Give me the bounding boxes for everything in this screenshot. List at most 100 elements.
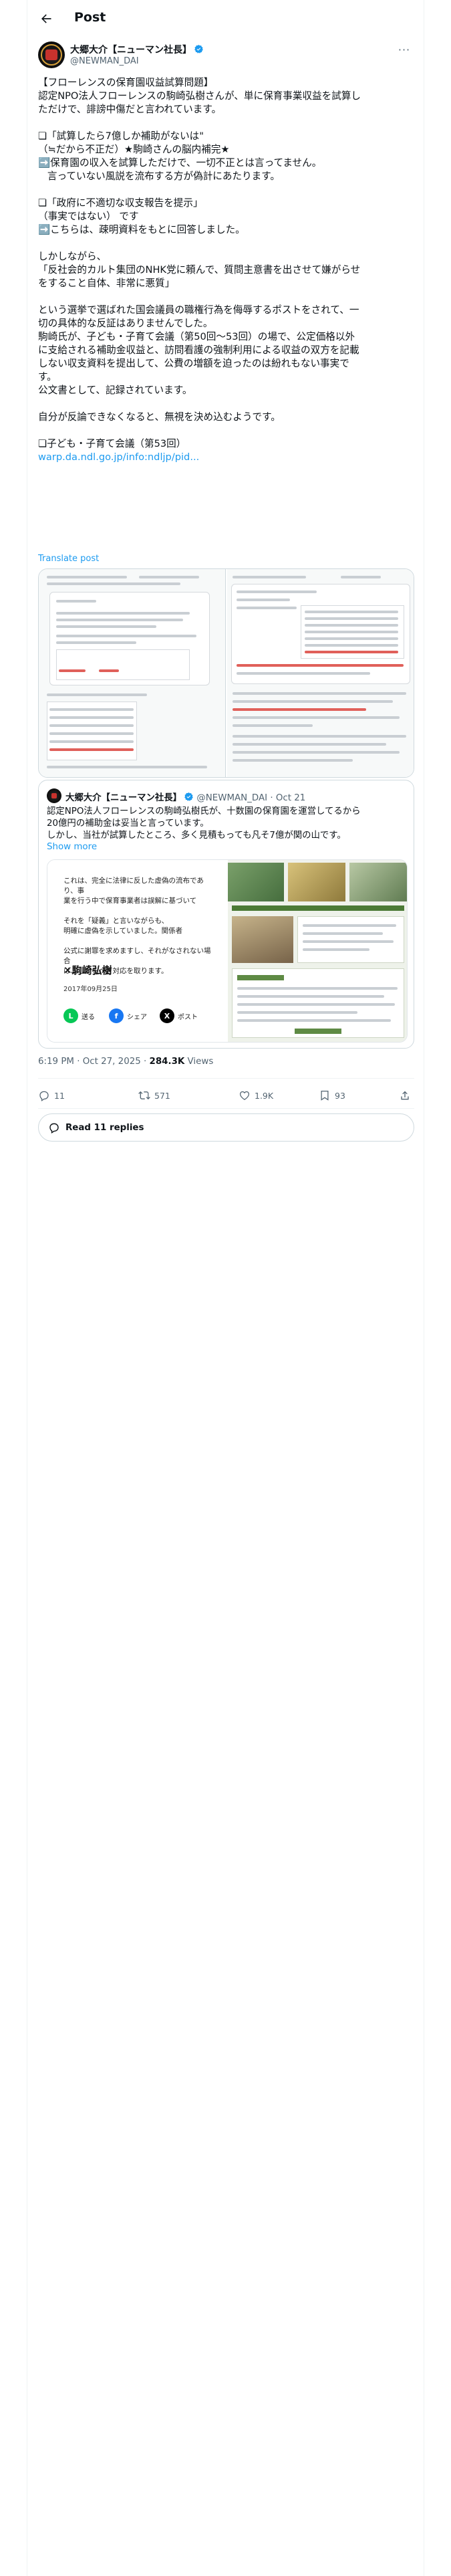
post-meta: 6:19 PM · Oct 27, 2025 · 284.3K Views (38, 1057, 214, 1067)
post-text-line: 認定NPO法人フローレンスの駒崎弘樹さんが、単に保育事業収益を試算し (38, 90, 361, 102)
statement-line (63, 906, 214, 916)
quote-text: 認定NPO法人フローレンスの駒崎弘樹氏が、十数園の保育園を運営してるから 20億… (47, 807, 361, 841)
media-image-right[interactable] (227, 569, 414, 777)
post-timestamp[interactable]: 6:19 PM · Oct 27, 2025 (38, 1057, 141, 1067)
heart-icon (239, 1091, 250, 1100)
quoted-post[interactable]: 大郷大介【ニューマン社長】 @NEWMAN_DAI · Oct 21 認定NPO… (38, 780, 414, 1049)
bookmark-button[interactable]: 93 (319, 1089, 345, 1101)
statement-date: 2017年09月25日 (63, 986, 118, 993)
post-text-line: 「反社会的カルト集団のNHK党に頼んで、質問主意書を出させて嫌がらせ (38, 264, 361, 276)
post-text-line: ➡️保育園の収入を試算しただけで、一切不正とは言ってません。 (38, 157, 322, 169)
post-text-line: 言っていない風説を流布する方が偽計にあたります。 (38, 171, 280, 182)
quote-handle: @NEWMAN_DAI (196, 793, 268, 803)
more-options-button[interactable]: ··· (394, 43, 414, 56)
statement-line (63, 936, 214, 946)
share-line-label: 送る (82, 1013, 95, 1021)
bookmark-icon (321, 1090, 329, 1101)
share-x-label: ポスト (178, 1013, 198, 1021)
post-text-line: 自分が反論できなくなると、無視を決め込むようです。 (38, 411, 281, 423)
share-facebook: f シェア (109, 1008, 147, 1023)
post-text-line (38, 397, 414, 411)
post-text-line: 【フローレンスの保育園収益試算問題】 (38, 77, 214, 88)
post-text-line: 駒崎氏が、子ども・子育て会議（第50回〜53回）の場で、公定価格以外 (38, 331, 355, 342)
quote-media[interactable]: これは、完全に法律に反した虚偽の流布であり、事業を行う中で保育事業者は誤解に基づ… (47, 859, 408, 1043)
post-text-line: に支給される補助金収益と、訪問看護の強制利用による収益の双方を記載 (38, 344, 359, 356)
arrow-left-icon (41, 14, 51, 23)
verified-badge-icon (184, 792, 193, 801)
author-name[interactable]: 大郷大介【ニューマン社長】 (70, 43, 204, 56)
quote-media-document (228, 860, 407, 1042)
quote-author-name: 大郷大介【ニューマン社長】 (65, 793, 182, 803)
post-text-line: しかしながら、 (38, 251, 107, 262)
post-author: 大郷大介【ニューマン社長】 @NEWMAN_DAI ··· (38, 41, 414, 71)
statement-text: これは、完全に法律に反した虚偽の流布であり、事業を行う中で保育事業者は誤解に基づ… (63, 876, 214, 976)
statement-line: 明確に虚偽を示していました。関係者 (63, 927, 183, 935)
page: Post 大郷大介【ニューマン社長】 @NEWMAN_DAI ··· 【フローレ… (0, 0, 451, 2576)
like-count: 1.9K (255, 1090, 274, 1101)
post-text-line (38, 116, 414, 130)
divider (38, 1108, 414, 1109)
repost-button[interactable]: 571 (138, 1089, 170, 1101)
post-text-line: （≒だから不正だ）★駒崎さんの脳内補完★ (38, 144, 230, 155)
repost-icon (138, 1091, 150, 1100)
quote-media-statement: これは、完全に法律に反した虚偽の流布であり、事業を行う中で保育事業者は誤解に基づ… (47, 860, 227, 1042)
quote-header: 大郷大介【ニューマン社長】 @NEWMAN_DAI · Oct 21 (65, 792, 306, 803)
post-text-line: をすること自体、非常に悪質」 (38, 278, 175, 289)
post-text-line: ❏「試算したら7億しか補助がないは" (38, 130, 204, 142)
post-text-line: ❏「政府に不適切な収支報告を提示」 (38, 197, 203, 209)
read-replies-label: Read 11 replies (65, 1122, 144, 1133)
x-logo-icon: X (160, 1008, 174, 1023)
post-text-line (38, 424, 414, 437)
quote-avatar (47, 788, 61, 803)
reply-button[interactable]: 11 (38, 1089, 65, 1101)
post-text-line: 公文書として、記録されています。 (38, 385, 192, 396)
post-link[interactable]: warp.da.ndl.go.jp/info:ndljp/pid... (38, 451, 414, 464)
line-icon: L (63, 1008, 78, 1023)
repost-count: 571 (154, 1090, 170, 1101)
statement-signature: ✕駒崎弘樹 (63, 964, 112, 976)
post-media[interactable] (38, 568, 414, 778)
divider (38, 1078, 414, 1079)
like-button[interactable]: 1.9K (239, 1089, 273, 1101)
quote-date: Oct 21 (275, 793, 306, 803)
post-text-line: （事実ではない） です (38, 211, 139, 222)
read-replies-button[interactable]: Read 11 replies (38, 1113, 414, 1142)
post-text-line (38, 183, 414, 197)
post-text-line (38, 237, 414, 250)
post-text: 【フローレンスの保育園収益試算問題】認定NPO法人フローレンスの駒崎弘樹さんが、… (38, 76, 414, 464)
back-button[interactable] (37, 9, 55, 28)
more-horizontal-icon: ··· (398, 43, 411, 56)
view-count: 284.3K (149, 1057, 185, 1067)
post-text-line: ただけで、誹謗中傷だと言われています。 (38, 104, 222, 115)
share-x: X ポスト (160, 1008, 198, 1023)
bookmark-count: 93 (335, 1090, 345, 1101)
post-text-line: ❏子ども・子育て会議（第53回） (38, 438, 186, 449)
media-image-left[interactable] (39, 569, 226, 777)
post-text-line: 切の具体的な反証はありませんでした。 (38, 318, 213, 329)
translate-link[interactable]: Translate post (38, 554, 99, 564)
statement-line: これは、完全に法律に反した虚偽の流布であり、事 (63, 877, 204, 895)
share-button[interactable] (399, 1089, 411, 1101)
author-handle[interactable]: @NEWMAN_DAI (70, 56, 139, 66)
reply-count: 11 (54, 1090, 65, 1101)
post-text-line: という選挙で選ばれた国会議員の職権行為を侮辱するポストをされて、一 (38, 304, 359, 316)
reply-bubble-icon (49, 1123, 59, 1134)
avatar[interactable] (38, 41, 65, 68)
main-column: Post 大郷大介【ニューマン社長】 @NEWMAN_DAI ··· 【フローレ… (27, 0, 424, 2576)
page-title: Post (74, 10, 106, 25)
post-text-line: す。 (38, 371, 57, 383)
facebook-icon: f (109, 1008, 124, 1023)
statement-line: 業を行う中で保育事業者は誤解に基づいて (63, 897, 197, 905)
statement-line: それを「疑義」と言いながらも、 (63, 917, 169, 925)
action-bar: 11 571 1.9K 93 (38, 1087, 414, 1107)
views-label: Views (187, 1057, 214, 1067)
top-bar: Post (27, 0, 425, 37)
share-line: L 送る (63, 1008, 95, 1023)
reply-icon (39, 1091, 49, 1101)
verified-badge-icon (194, 44, 203, 53)
post-text-line: ➡️こちらは、疎明資料をもとに回答しました。 (38, 224, 245, 235)
show-more-link[interactable]: Show more (47, 842, 97, 852)
post-text-line: しない収支資料を提出して、公費の増額を迫ったのは紛れもない事実で (38, 358, 349, 369)
post-text-line (38, 290, 414, 304)
share-icon (401, 1091, 409, 1100)
